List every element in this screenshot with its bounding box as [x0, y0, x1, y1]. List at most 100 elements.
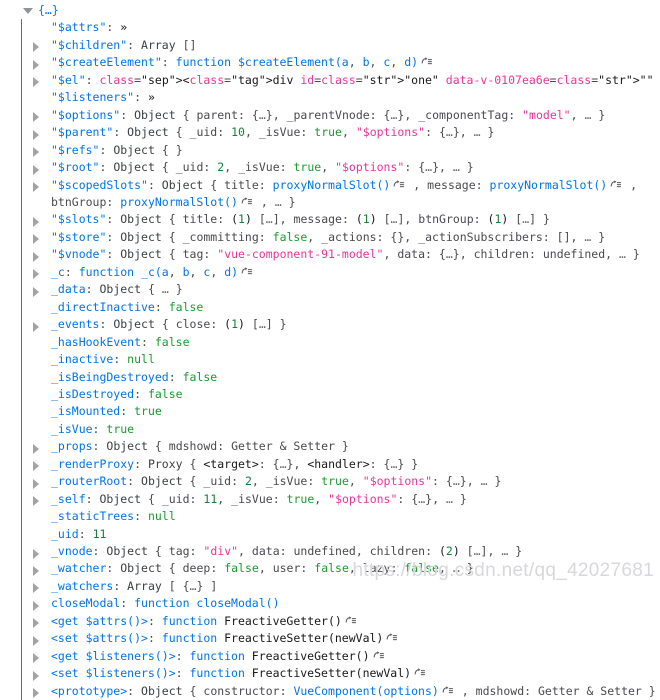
property-row[interactable]: "$createElement": function $createElemen…	[22, 54, 660, 71]
property-row[interactable]: <set $listeners()>: function FreactiveSe…	[22, 665, 660, 682]
property-row[interactable]: "$scopedSlots": Object { title: proxyNor…	[22, 177, 660, 212]
chevron-right-icon[interactable]	[33, 112, 39, 123]
chevron-right-icon[interactable]	[33, 461, 39, 472]
chevron-right-icon[interactable]	[33, 77, 39, 88]
property-value: false	[154, 334, 190, 349]
jump-to-definition-icon[interactable]	[345, 616, 356, 626]
property-value: false	[182, 369, 218, 384]
property-row[interactable]: _watcher: Object { deep: false, user: fa…	[22, 560, 660, 577]
chevron-right-icon[interactable]	[33, 234, 39, 245]
property-separator: :	[106, 212, 121, 227]
property-row[interactable]: _self: Object { _uid: 11, _isVue: true, …	[22, 491, 660, 508]
chevron-right-icon[interactable]	[33, 565, 39, 576]
jump-to-definition-icon[interactable]	[386, 633, 398, 643]
property-row[interactable]: "$vnode": Object { tag: "vue-component-9…	[22, 246, 660, 263]
property-separator: :	[113, 352, 128, 367]
property-name: "$el"	[51, 72, 86, 87]
chevron-right-icon[interactable]	[33, 496, 39, 507]
property-value: null	[127, 352, 155, 367]
chevron-right-icon[interactable]	[33, 600, 39, 611]
property-separator: :	[92, 544, 107, 559]
chevron-right-icon[interactable]	[33, 182, 39, 193]
property-row[interactable]: <get $attrs()>: function FreactiveGetter…	[22, 613, 660, 630]
chevron-right-icon[interactable]	[33, 164, 39, 175]
property-row[interactable]: _props: Object { mdshowd: Getter & Sette…	[22, 438, 660, 455]
chevron-right-icon[interactable]	[33, 688, 39, 699]
jump-to-definition-icon[interactable]	[373, 650, 384, 661]
chevron-right-icon[interactable]	[33, 42, 39, 53]
property-row[interactable]: "$root": Object { _uid: 2, _isVue: true,…	[22, 159, 660, 176]
property-row[interactable]: _watchers: Array [ {…} ]	[22, 578, 660, 595]
jump-to-definition-icon[interactable]	[393, 179, 405, 190]
property-separator: :	[134, 386, 148, 401]
property-row[interactable]: _vnode: Object { tag: "div", data: undef…	[22, 543, 660, 560]
chevron-right-icon[interactable]	[33, 443, 39, 454]
property-row[interactable]: "$listeners": »	[22, 89, 660, 106]
property-row[interactable]: _directInactive: false	[22, 299, 660, 316]
jump-to-definition-icon[interactable]	[241, 197, 252, 207]
chevron-right-icon[interactable]	[33, 251, 39, 262]
property-row[interactable]: <prototype>: Object { constructor: VueCo…	[22, 683, 660, 700]
property-row[interactable]: _staticTrees: null	[22, 508, 660, 525]
property-name: "$store"	[51, 229, 107, 244]
property-name: <get $attrs()>	[51, 613, 148, 628]
chevron-right-icon[interactable]	[33, 618, 39, 629]
property-value: false	[147, 386, 183, 401]
chevron-down-icon[interactable]	[23, 8, 33, 14]
property-value: function FreactiveSetter(newVal)	[162, 631, 400, 645]
property-row[interactable]: "$slots": Object { title: (1) […], messa…	[22, 211, 660, 228]
property-value: Object { _committing: false, _actions: {…	[120, 229, 606, 244]
property-row[interactable]: <get $listeners()>: function FreactiveGe…	[22, 648, 660, 665]
property-separator: :	[127, 683, 142, 698]
property-name: _data	[51, 282, 86, 297]
chevron-right-icon[interactable]	[33, 321, 39, 332]
chevron-right-icon[interactable]	[33, 583, 39, 594]
jump-to-definition-icon[interactable]	[610, 179, 622, 190]
property-row[interactable]: "$options": Object { parent: {…}, _paren…	[22, 107, 660, 124]
property-row[interactable]: _isDestroyed: false	[22, 386, 660, 403]
property-value: class="sep"><	[99, 72, 190, 87]
property-row[interactable]: _isMounted: true	[22, 403, 660, 420]
chevron-right-icon[interactable]	[33, 216, 39, 227]
property-row[interactable]: "$attrs": »	[22, 19, 660, 36]
chevron-right-icon[interactable]	[33, 478, 39, 489]
chevron-right-icon[interactable]	[33, 286, 39, 297]
property-row[interactable]: "$store": Object { _committing: false, _…	[22, 229, 660, 246]
jump-to-definition-icon[interactable]	[442, 685, 453, 696]
chevron-right-icon[interactable]	[33, 548, 39, 559]
property-row[interactable]: _renderProxy: Proxy { <target>: {…}, <ha…	[22, 456, 660, 473]
chevron-right-icon[interactable]	[33, 129, 39, 140]
inspector-root-row[interactable]: {…}	[0, 2, 660, 19]
property-value: Array []	[141, 37, 197, 52]
property-row[interactable]: _isBeingDestroyed: false	[22, 369, 660, 386]
chevron-right-icon[interactable]	[33, 653, 39, 664]
jump-to-definition-icon[interactable]	[414, 668, 425, 678]
property-row[interactable]: <set $attrs()>: function FreactiveSetter…	[22, 630, 660, 647]
property-row[interactable]: _events: Object { close: (1) […] }	[22, 316, 660, 333]
chevron-right-icon[interactable]	[33, 147, 39, 158]
chevron-right-icon[interactable]	[33, 635, 39, 646]
property-value: Object { parent: {…}, _parentVnode: {…},…	[134, 107, 606, 122]
property-separator: :	[154, 299, 169, 314]
property-row[interactable]: closeModal: function closeModal()	[22, 595, 660, 612]
property-row[interactable]: _inactive: null	[22, 351, 660, 368]
chevron-right-icon[interactable]	[33, 59, 39, 70]
property-row[interactable]: _data: Object { … }	[22, 281, 660, 298]
property-row[interactable]: _isVue: true	[22, 421, 660, 438]
property-name: _events	[51, 317, 100, 332]
property-name: <set $listeners()>	[51, 666, 176, 681]
property-name: <set $attrs()>	[51, 631, 148, 646]
property-row[interactable]: "$children": Array []	[22, 37, 660, 54]
chevron-right-icon[interactable]	[33, 269, 39, 280]
property-row[interactable]: _routerRoot: Object { _uid: 2, _isVue: t…	[22, 473, 660, 490]
property-row[interactable]: _c: function _c(a, b, c, d)	[22, 264, 660, 281]
property-row[interactable]: _uid: 11	[22, 526, 660, 543]
object-inspector-panel[interactable]: {…} "$attrs": » "$children": Array [] "$cr…	[0, 0, 660, 700]
jump-to-definition-icon[interactable]	[241, 266, 252, 277]
property-row[interactable]: _hasHookEvent: false	[22, 334, 660, 351]
chevron-right-icon[interactable]	[33, 670, 39, 681]
property-row[interactable]: "$parent": Object { _uid: 10, _isVue: tr…	[22, 124, 660, 141]
property-row[interactable]: "$refs": Object { }	[22, 142, 660, 159]
property-row[interactable]: "$el": class="sep"><class="tag">div id=c…	[22, 72, 660, 89]
jump-to-definition-icon[interactable]	[421, 57, 432, 67]
